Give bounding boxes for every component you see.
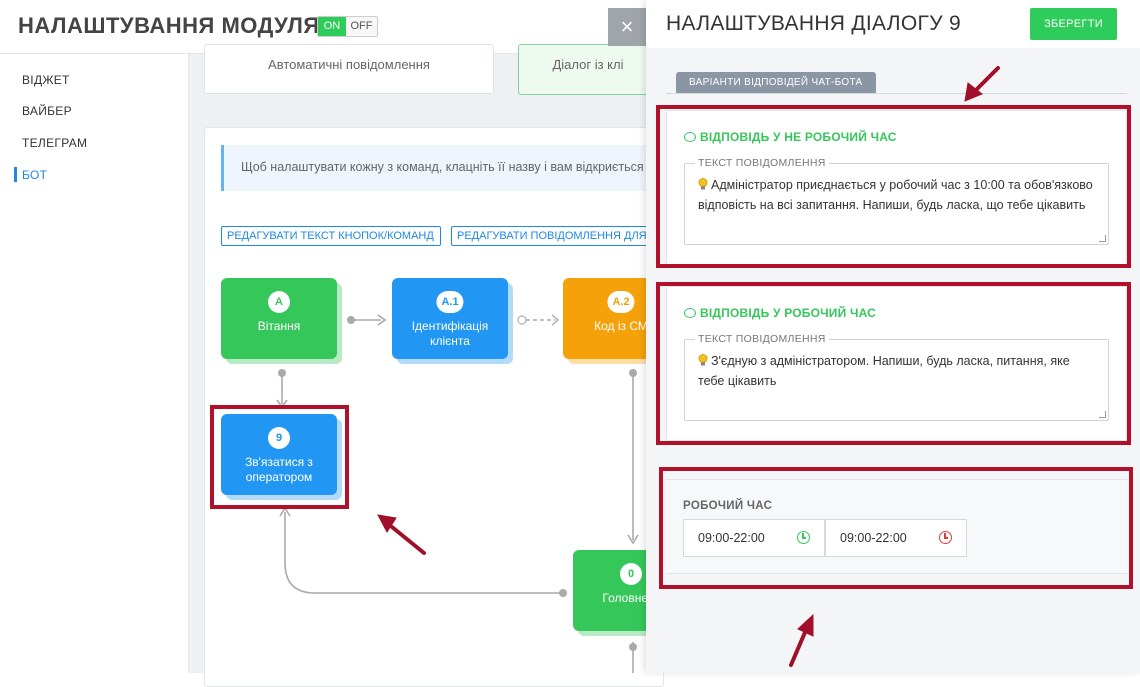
annotation-arrows <box>377 66 1000 667</box>
